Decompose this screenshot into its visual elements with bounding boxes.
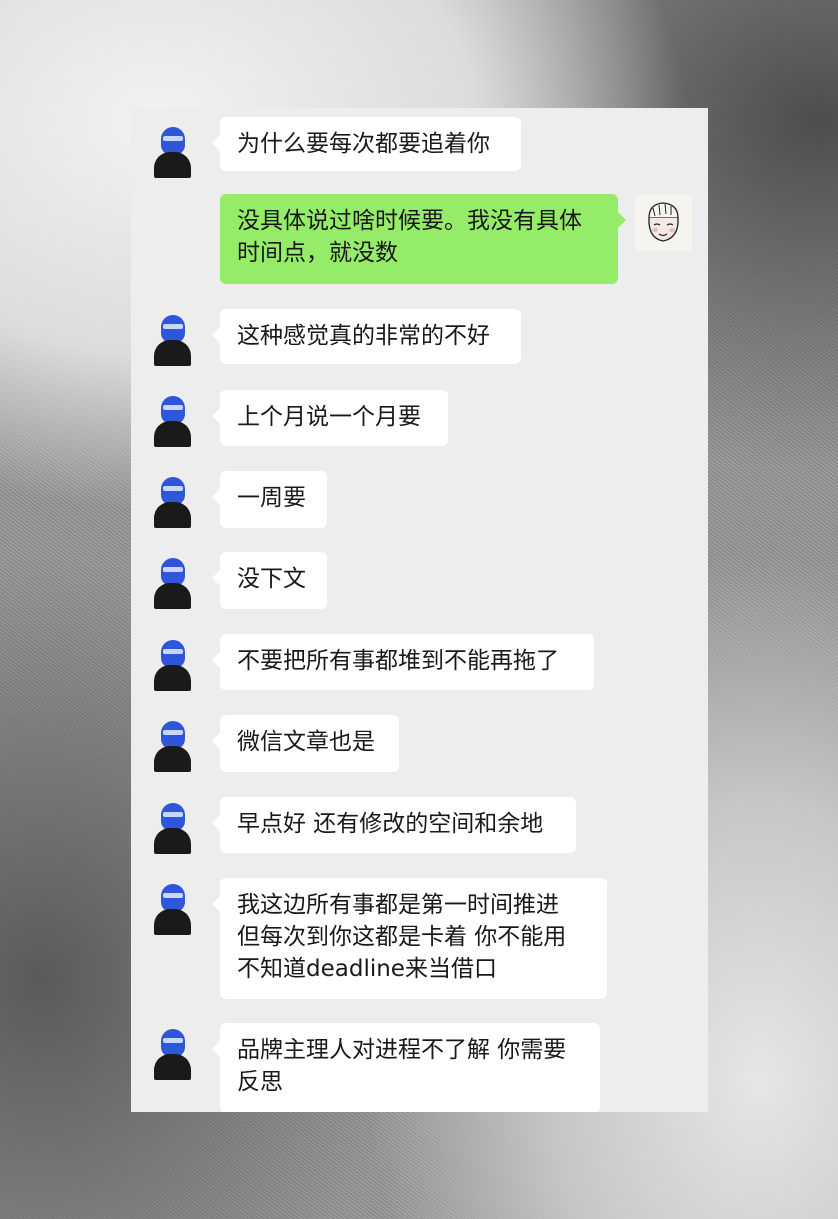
message-bubble[interactable]: 上个月说一个月要 [212, 390, 448, 446]
message-row: 没具体说过啥时候要。我没有具体 时间点，就没数 [131, 194, 708, 284]
message-bubble[interactable]: 微信文章也是 [212, 715, 399, 772]
message-row: 不要把所有事都堆到不能再拖了 [131, 634, 708, 698]
message-bubble[interactable]: 为什么要每次都要追着你 [212, 117, 521, 171]
contact-avatar-icon[interactable] [151, 471, 194, 528]
chat-window[interactable]: 为什么要每次都要追着你 没具体说过啥时候要。我没有具体 时间点，就没数 这种感觉… [131, 108, 708, 1112]
message-text: 为什么要每次都要追着你 [237, 131, 490, 157]
contact-avatar-icon[interactable] [151, 634, 194, 691]
contact-avatar-icon[interactable] [151, 121, 194, 178]
message-text: 一周要 [237, 485, 306, 511]
message-text: 反思 [237, 1069, 283, 1095]
message-bubble[interactable]: 不要把所有事都堆到不能再拖了 [212, 634, 594, 690]
message-row: 没下文 [131, 552, 708, 616]
contact-avatar-icon[interactable] [151, 309, 194, 366]
contact-avatar-icon[interactable] [151, 715, 194, 772]
contact-avatar-icon[interactable] [151, 1023, 194, 1080]
contact-avatar-icon[interactable] [151, 878, 194, 935]
message-bubble[interactable]: 没下文 [212, 552, 327, 609]
message-bubble[interactable]: 品牌主理人对进程不了解 你需要 反思 [212, 1023, 600, 1112]
message-text: 不要把所有事都堆到不能再拖了 [237, 648, 559, 674]
message-row: 为什么要每次都要追着你 [131, 115, 708, 179]
message-bubble-self[interactable]: 没具体说过啥时候要。我没有具体 时间点，就没数 [220, 194, 626, 284]
message-bubble[interactable]: 早点好 还有修改的空间和余地 [212, 797, 576, 853]
message-text: 上个月说一个月要 [237, 404, 421, 430]
message-text: 时间点，就没数 [237, 240, 398, 266]
contact-avatar-icon[interactable] [151, 390, 194, 447]
message-row: 这种感觉真的非常的不好 [131, 309, 708, 373]
message-text: 早点好 还有修改的空间和余地 [237, 811, 544, 837]
message-text: 不知道deadline来当借口 [237, 956, 497, 982]
message-text: 微信文章也是 [237, 729, 375, 755]
message-bubble[interactable]: 这种感觉真的非常的不好 [212, 309, 521, 364]
message-row: 早点好 还有修改的空间和余地 [131, 797, 708, 861]
self-avatar-icon[interactable] [635, 194, 692, 251]
message-row: 品牌主理人对进程不了解 你需要 反思 [131, 1023, 708, 1112]
message-text: 但每次到你这都是卡着 你不能用 [237, 924, 567, 950]
message-text: 没下文 [237, 566, 306, 592]
message-bubble[interactable]: 我这边所有事都是第一时间推进 但每次到你这都是卡着 你不能用 不知道deadli… [212, 878, 607, 999]
message-text: 没具体说过啥时候要。我没有具体 [237, 208, 582, 234]
message-text: 品牌主理人对进程不了解 你需要 [237, 1037, 567, 1063]
message-bubble[interactable]: 一周要 [212, 471, 327, 528]
message-row: 我这边所有事都是第一时间推进 但每次到你这都是卡着 你不能用 不知道deadli… [131, 878, 708, 1002]
message-row: 上个月说一个月要 [131, 390, 708, 454]
message-row: 一周要 [131, 471, 708, 535]
message-text: 这种感觉真的非常的不好 [237, 323, 490, 349]
message-row: 微信文章也是 [131, 715, 708, 779]
contact-avatar-icon[interactable] [151, 797, 194, 854]
contact-avatar-icon[interactable] [151, 552, 194, 609]
message-text: 我这边所有事都是第一时间推进 [237, 892, 559, 918]
